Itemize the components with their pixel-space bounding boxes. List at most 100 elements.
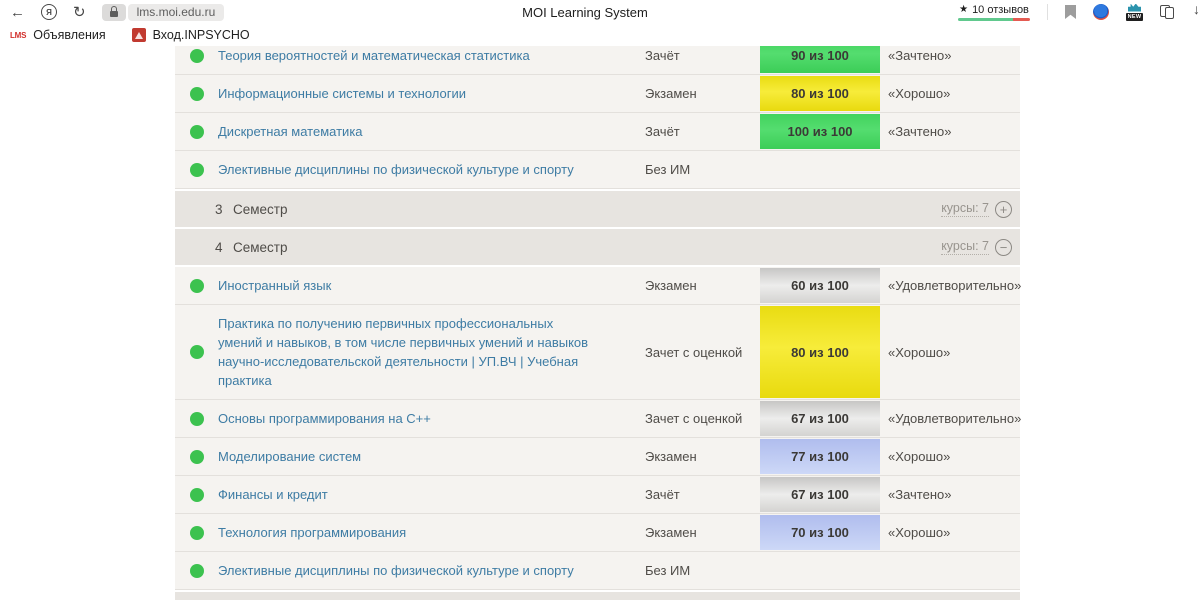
course-status-cell [175,488,218,502]
course-score: 80 из 100 [760,76,880,111]
extension-new-icon[interactable]: NEW [1126,4,1143,21]
collapse-semester-icon[interactable]: − [995,239,1012,256]
status-dot-icon [190,125,204,139]
back-icon[interactable]: ← [10,5,25,20]
bookmark-label: Объявления [33,28,105,42]
course-link[interactable]: Информационные системы и технологии [218,86,466,101]
status-dot-icon [190,526,204,540]
course-row: Финансы и кредит Зачёт 67 из 100 «Зачтен… [175,476,1020,514]
course-score: 90 из 100 [760,46,880,73]
status-dot-icon [190,163,204,177]
course-control-type: Экзамен [645,278,760,293]
course-row: Элективные дисциплины по физической куль… [175,151,1020,189]
yandex-browser-icon[interactable]: Я [41,4,57,20]
course-score: 67 из 100 [760,401,880,436]
course-score: 80 из 100 [760,306,880,398]
course-row: Основы программирования на C++ Зачет с о… [175,400,1020,438]
semester-number: 4 [215,240,233,255]
course-score: 60 из 100 [760,268,880,303]
course-status-cell [175,526,218,540]
bookmark-item[interactable]: LMS Объявления [10,28,106,42]
site-reviews-button[interactable]: ★ 10 отзывов [958,4,1030,21]
course-link[interactable]: Практика по получению первичных професси… [218,316,588,388]
course-status-cell [175,345,218,359]
course-link[interactable]: Технология программирования [218,525,406,540]
semester-courses-link[interactable]: курсы: 7 [941,201,989,217]
reviews-count: 10 отзывов [972,4,1029,16]
bookmark-favicon [132,28,146,42]
bookmark-icon[interactable] [1065,5,1076,19]
course-row: Технология программирования Экзамен 70 и… [175,514,1020,552]
course-control-type: Экзамен [645,86,760,101]
semester-header-row[interactable]: 5 Семестр курсы: 8 + [175,592,1020,600]
side-panels-icon[interactable] [1160,5,1174,19]
course-row: Иностранный язык Экзамен 60 из 100 «Удов… [175,267,1020,305]
expand-semester-icon[interactable]: + [995,201,1012,218]
course-grade: «Хорошо» [880,86,1020,101]
course-grade: «Удовлетворительно» [880,411,1021,426]
course-control-type: Зачет с оценкой [645,411,760,426]
course-status-cell [175,450,218,464]
course-score: 70 из 100 [760,515,880,550]
status-dot-icon [190,564,204,578]
course-status-cell [175,564,218,578]
extension-circle-icon[interactable] [1093,4,1109,20]
status-dot-icon [190,345,204,359]
course-grade: «Хорошо» [880,525,1020,540]
course-link[interactable]: Основы программирования на C++ [218,411,431,426]
downloads-icon[interactable]: ↓ [1191,3,1200,21]
course-control-type: Зачёт [645,48,760,63]
course-control-type: Зачет с оценкой [645,345,760,360]
course-status-cell [175,279,218,293]
status-dot-icon [190,412,204,426]
course-link[interactable]: Моделирование систем [218,449,361,464]
lock-icon[interactable] [102,4,126,21]
status-dot-icon [190,49,204,63]
course-status-cell [175,49,218,63]
course-status-cell [175,163,218,177]
course-row: Практика по получению первичных професси… [175,305,1020,400]
bookmark-label: Вход.INPSYCHO [153,28,250,42]
url-text[interactable]: lms.moi.edu.ru [128,4,225,21]
semester-number: 3 [215,202,233,217]
status-dot-icon [190,87,204,101]
course-grade: «Зачтено» [880,487,1020,502]
bookmarks-bar: LMS Объявления Вход.INPSYCHO [0,24,1200,46]
status-dot-icon [190,488,204,502]
course-link[interactable]: Теория вероятностей и математическая ста… [218,48,530,63]
semester-header-row[interactable]: 3 Семестр курсы: 7 + [175,191,1020,227]
semester-courses-link[interactable]: курсы: 7 [941,239,989,255]
star-icon: ★ [959,4,968,15]
reviews-rating-bar [958,18,1030,21]
course-control-type: Экзамен [645,525,760,540]
course-link[interactable]: Элективные дисциплины по физической куль… [218,563,574,578]
course-link[interactable]: Элективные дисциплины по физической куль… [218,162,574,177]
course-control-type: Без ИМ [645,563,760,578]
bookmark-item[interactable]: Вход.INPSYCHO [132,28,250,42]
course-link[interactable]: Финансы и кредит [218,487,328,502]
course-link[interactable]: Дискретная математика [218,124,363,139]
course-grade: «Зачтено» [880,48,1020,63]
course-grade: «Хорошо» [880,345,1020,360]
course-control-type: Зачёт [645,124,760,139]
download-arrow-icon: ↓ [1193,1,1200,17]
course-control-type: Без ИМ [645,162,760,177]
new-badge: NEW [1126,13,1144,21]
course-row: Теория вероятностей и математическая ста… [175,46,1020,75]
browser-toolbar: ← Я ↻ lms.moi.edu.ru MOI Learning System… [0,0,1200,24]
course-row: Информационные системы и технологии Экза… [175,75,1020,113]
course-score [760,553,880,588]
address-bar[interactable]: lms.moi.edu.ru [102,4,225,21]
course-score [760,152,880,187]
course-link[interactable]: Иностранный язык [218,278,331,293]
bookmark-favicon: LMS [10,31,26,40]
status-dot-icon [190,279,204,293]
course-row: Элективные дисциплины по физической куль… [175,552,1020,590]
course-score: 100 из 100 [760,114,880,149]
course-grade: «Удовлетворительно» [880,278,1021,293]
semester-header-row[interactable]: 4 Семестр курсы: 7 − [175,229,1020,265]
refresh-icon[interactable]: ↻ [73,5,86,20]
course-score: 67 из 100 [760,477,880,512]
course-control-type: Экзамен [645,449,760,464]
page-title: MOI Learning System [522,5,648,20]
